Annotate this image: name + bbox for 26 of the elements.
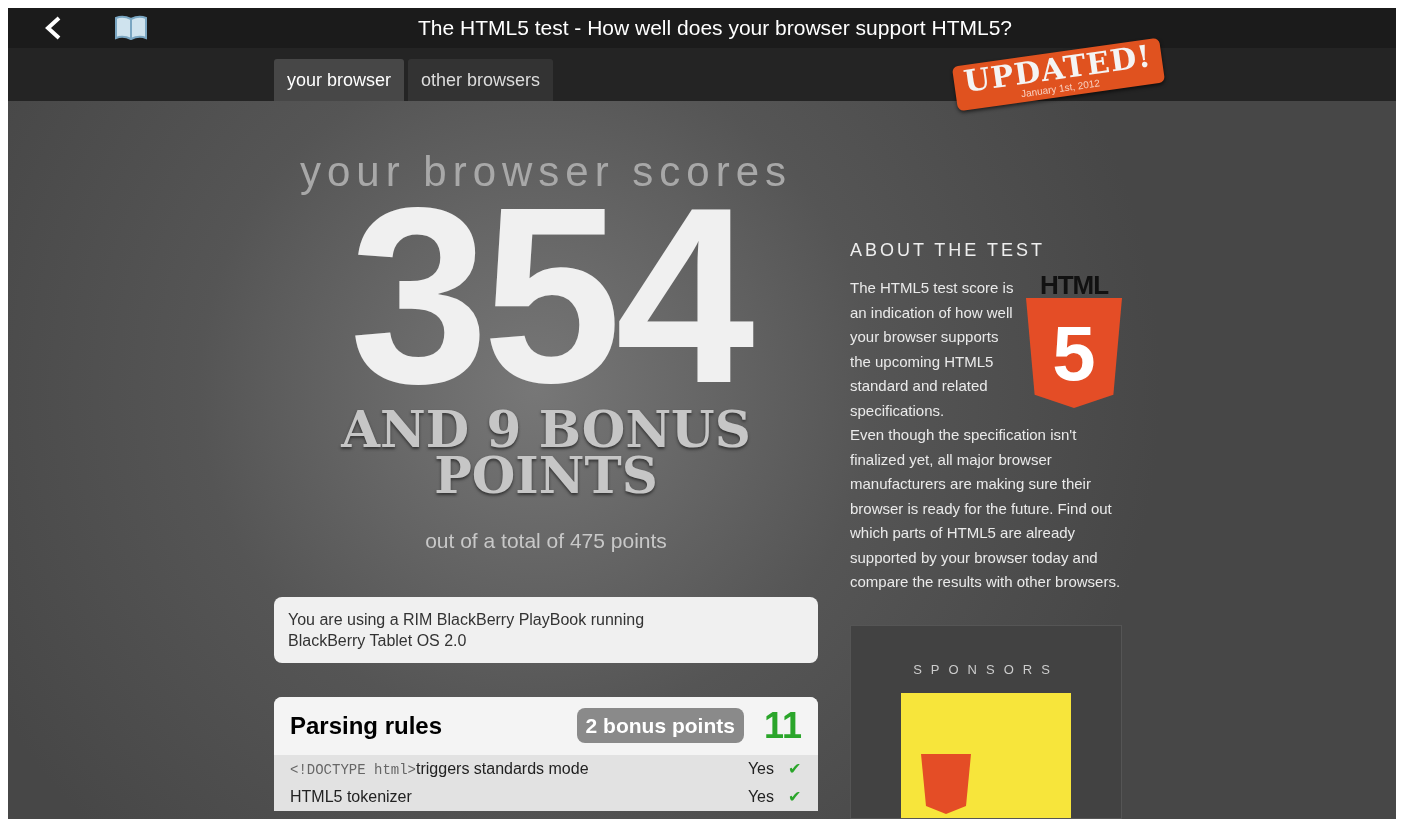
logo-word: HTML xyxy=(1039,272,1109,298)
tab[interactable]: other browsers xyxy=(408,59,554,101)
section-title: Parsing rules xyxy=(290,710,444,741)
test-label: HTML5 tokenizer xyxy=(290,786,413,807)
test-label: <!DOCTYPE html>triggers standards mode xyxy=(290,758,590,780)
html5-shield-icon xyxy=(921,754,971,814)
bonus-label: 2 bonus points xyxy=(576,707,744,744)
about-text: The HTML5 test score is an indication of how well your browser supports the upcoming HTML5 standard and related specifications. xyxy=(850,278,1015,421)
score-heading: your browser scores xyxy=(299,151,793,193)
sponsor-banner[interactable] xyxy=(901,693,1071,818)
total-points: out of a total of 475 points xyxy=(425,528,667,554)
html5-shield-icon: 5 xyxy=(1026,298,1122,408)
about-heading: ABOUT THE TEST xyxy=(850,239,1047,262)
check-icon: ✔ xyxy=(788,756,802,781)
window-title: The HTML5 test - How well does your browser support HTML5? xyxy=(416,15,1014,42)
score-value: 354 xyxy=(349,201,749,391)
check-icon: ✔ xyxy=(788,784,802,809)
test-result: Yes xyxy=(747,786,774,807)
about-text: Even though the specification isn't finalized yet, all major browser manufacturers are making sure their browser is ready for the future. Find out which parts of HTML5 are already supported by your browser today and compare the results with other browsers. xyxy=(850,425,1122,592)
book-icon[interactable] xyxy=(114,15,148,41)
tab[interactable]: your browser xyxy=(274,59,405,101)
sponsors-heading: SPONSORS xyxy=(913,660,1059,679)
section-score: 11 xyxy=(763,707,802,744)
device-info: You are using a RIM BlackBerry PlayBook running BlackBerry Tablet OS 2.0 xyxy=(274,596,818,663)
test-result: Yes xyxy=(747,758,774,779)
bonus-points: AND 9 BONUS POINTS xyxy=(340,407,752,499)
